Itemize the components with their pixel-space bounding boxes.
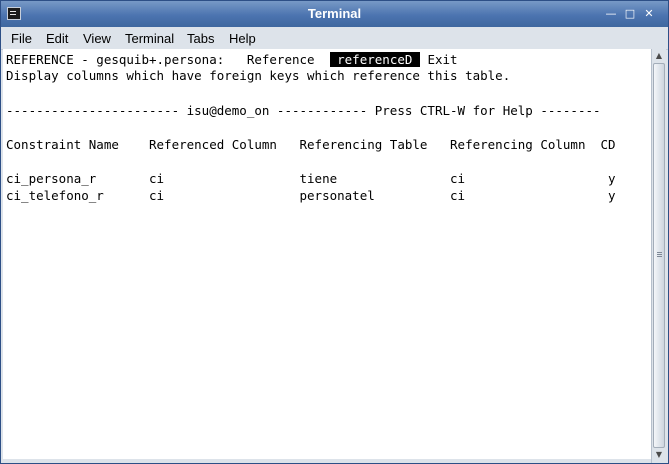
minimize-icon[interactable]: — [604,7,618,21]
terminal-description-line: Display columns which have foreign keys … [6,68,511,83]
arrow-up-icon[interactable]: ▲ [653,50,665,62]
menu-edit[interactable]: Edit [46,31,68,46]
maximize-icon[interactable]: □ [623,7,637,21]
title-bar[interactable]: Terminal — □ ✕ [1,1,668,27]
terminal-separator-line: ----------------------- isu@demo_on ----… [6,103,601,118]
menu-file[interactable]: File [11,31,32,46]
vertical-scrollbar[interactable]: ▲ ▼ [651,49,666,463]
menu-tabs[interactable]: Tabs [187,31,214,46]
menu-suffix-text: Exit [419,52,458,67]
menu-prefix-text: REFERENCE - gesquib+.persona: Reference [6,52,330,67]
close-icon[interactable]: ✕ [642,7,656,21]
scrollbar-thumb[interactable] [653,63,665,448]
grip-icon [657,252,662,253]
terminal-column-header: Constraint Name Referenced Column Refere… [6,137,616,152]
menu-bar: File Edit View Terminal Tabs Help [1,27,668,50]
terminal-table-row: ci_persona_r ci tiene ci y [6,171,616,186]
selected-option-referenced[interactable]: referenceD [329,52,420,67]
menu-view[interactable]: View [83,31,111,46]
terminal-menu-line: REFERENCE - gesquib+.persona: Reference … [6,52,458,67]
menu-terminal[interactable]: Terminal [125,31,174,46]
window-title: Terminal [307,6,362,21]
menu-help[interactable]: Help [229,31,256,46]
terminal-window: Terminal — □ ✕ File Edit View Terminal T… [0,0,669,464]
terminal-screen[interactable]: REFERENCE - gesquib+.persona: Reference … [3,49,651,459]
arrow-down-icon[interactable]: ▼ [653,449,665,461]
terminal-table-row: ci_telefono_r ci personatel ci y [6,188,616,203]
